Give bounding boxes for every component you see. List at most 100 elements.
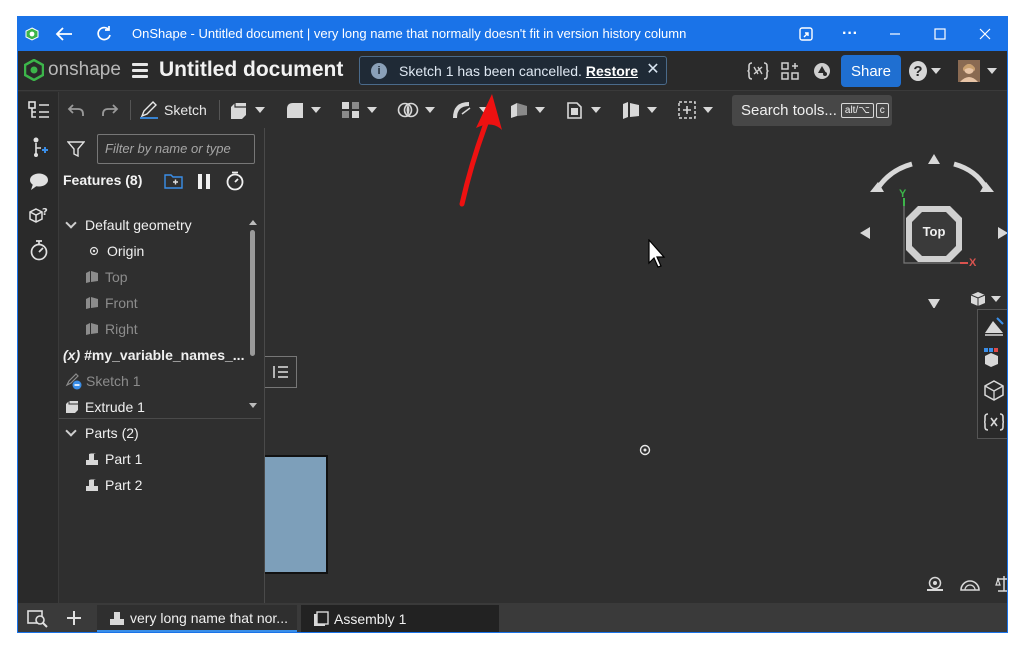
tree-right-plane[interactable]: Right <box>85 316 138 342</box>
viewcube-top-label[interactable]: Top <box>916 224 952 239</box>
document-title[interactable]: Untitled document <box>159 58 343 82</box>
onshape-logo[interactable]: onshape <box>24 59 121 81</box>
custom-feature-tool[interactable] <box>677 96 713 124</box>
tree-top-plane[interactable]: Top <box>85 264 128 290</box>
tree-origin[interactable]: Origin <box>87 238 144 264</box>
menu-icon[interactable] <box>132 63 148 78</box>
tree-sketch1[interactable]: Sketch 1 <box>65 368 140 394</box>
chevron-down-icon[interactable] <box>591 107 601 113</box>
maximize-icon[interactable] <box>928 17 952 51</box>
tree-variable[interactable]: (x) #my_variable_names_... <box>63 342 244 368</box>
sheet-metal-icon <box>567 102 582 119</box>
chevron-down-icon[interactable] <box>65 217 77 229</box>
chevron-down-icon[interactable] <box>703 107 713 113</box>
onshape-logo-icon <box>24 59 44 81</box>
scroll-thumb[interactable] <box>250 230 255 356</box>
tree-part2[interactable]: Part 2 <box>85 472 142 498</box>
info-icon: i <box>371 62 387 79</box>
list-toggle-icon[interactable] <box>265 356 297 388</box>
comments-icon[interactable] <box>26 169 52 195</box>
appearance-icon[interactable] <box>983 347 1005 374</box>
app-store-icon[interactable] <box>778 59 802 83</box>
mass-properties-icon[interactable]: ? <box>26 203 52 229</box>
search-tools-input[interactable]: Search tools... alt/⌥ c <box>732 95 892 126</box>
axis-y-label: Y <box>899 188 907 200</box>
chevron-down-icon[interactable] <box>535 107 545 113</box>
window-title: OnShape - Untitled document | very long … <box>132 26 687 41</box>
insert-parts-icon[interactable] <box>26 134 52 160</box>
install-app-icon[interactable] <box>794 17 818 51</box>
tree-extrude1[interactable]: Extrude 1 <box>65 394 145 420</box>
tab-manager-icon[interactable] <box>27 609 49 632</box>
sketch-button[interactable]: Sketch <box>139 96 207 124</box>
undo-icon[interactable] <box>67 96 85 124</box>
close-window-icon[interactable] <box>973 17 997 51</box>
frame-tool[interactable] <box>621 96 657 124</box>
chevron-down-icon[interactable] <box>991 296 1001 302</box>
more-options-icon[interactable]: ··· <box>838 17 862 51</box>
frame-icon <box>623 102 639 119</box>
help-icon[interactable]: ? <box>909 59 941 83</box>
scroll-down-icon[interactable] <box>248 402 258 410</box>
pencil-icon <box>140 101 158 119</box>
variables-icon[interactable] <box>746 59 770 83</box>
user-avatar[interactable] <box>958 59 998 83</box>
chevron-down-icon[interactable] <box>367 107 377 113</box>
view-options-icon[interactable] <box>970 291 1001 307</box>
tab-assembly[interactable]: Assembly 1 <box>301 605 499 632</box>
extrude-icon <box>231 103 246 119</box>
fillet-tool[interactable] <box>285 96 321 124</box>
minimize-icon[interactable] <box>883 17 907 51</box>
chevron-down-icon[interactable] <box>65 425 77 437</box>
scale-icon[interactable] <box>995 575 1007 598</box>
pattern-tool[interactable] <box>341 96 377 124</box>
add-tab-icon[interactable] <box>66 610 82 631</box>
plane-icon <box>85 296 99 310</box>
app-header: onshape Untitled document i Sketch 1 has… <box>18 51 1007 91</box>
features-header: Features (8) <box>63 172 143 188</box>
plane-tool[interactable] <box>509 96 545 124</box>
extrude-tool[interactable] <box>229 96 265 124</box>
sheet-metal-tool[interactable] <box>565 96 601 124</box>
variable-table-icon[interactable] <box>983 411 1005 438</box>
top-plane-label: Top <box>105 269 128 285</box>
close-icon[interactable]: ✕ <box>644 61 662 79</box>
rollback-timer-icon[interactable] <box>225 171 245 196</box>
protractor-icon[interactable] <box>960 576 980 597</box>
pattern-icon <box>342 102 359 118</box>
share-button[interactable]: Share <box>841 55 901 87</box>
part2-label: Part 2 <box>105 477 143 493</box>
boolean-tool[interactable] <box>397 96 435 124</box>
feature-list-icon[interactable] <box>26 98 52 124</box>
measure-tape-icon[interactable] <box>925 576 945 597</box>
chevron-down-icon[interactable] <box>311 107 321 113</box>
section-view-icon[interactable] <box>983 379 1005 406</box>
tab-part-studio[interactable]: very long name that nor... <box>97 605 297 632</box>
tab-assembly-label: Assembly 1 <box>334 610 407 627</box>
graphics-viewport[interactable]: Top Y X <box>265 128 1007 603</box>
part-face[interactable] <box>265 455 328 574</box>
restore-link[interactable]: Restore <box>586 63 638 79</box>
filter-icon[interactable] <box>66 141 86 162</box>
learning-center-icon[interactable] <box>810 59 834 83</box>
back-arrow-icon[interactable] <box>52 17 76 51</box>
filter-input[interactable]: Filter by name or type <box>97 134 255 164</box>
fillet-icon <box>287 103 303 118</box>
view-cube[interactable]: Top Y X <box>850 148 1007 309</box>
chevron-down-icon[interactable] <box>255 107 265 113</box>
render-mode-icon[interactable] <box>983 315 1005 342</box>
pause-icon[interactable] <box>197 174 211 194</box>
add-folder-icon[interactable] <box>164 172 184 195</box>
tree-parts[interactable]: Parts (2) <box>65 420 139 446</box>
feature-list-scrollbar[interactable] <box>247 218 257 414</box>
chevron-down-icon[interactable] <box>425 107 435 113</box>
tree-default-geometry[interactable]: Default geometry <box>65 212 192 238</box>
add-feature-icon <box>678 101 696 119</box>
refresh-icon[interactable] <box>92 17 116 51</box>
timer-icon[interactable] <box>26 237 52 263</box>
redo-icon[interactable] <box>101 96 119 124</box>
chevron-down-icon[interactable] <box>647 107 657 113</box>
tree-front-plane[interactable]: Front <box>85 290 138 316</box>
scroll-up-icon[interactable] <box>248 218 258 226</box>
tree-part1[interactable]: Part 1 <box>85 446 142 472</box>
